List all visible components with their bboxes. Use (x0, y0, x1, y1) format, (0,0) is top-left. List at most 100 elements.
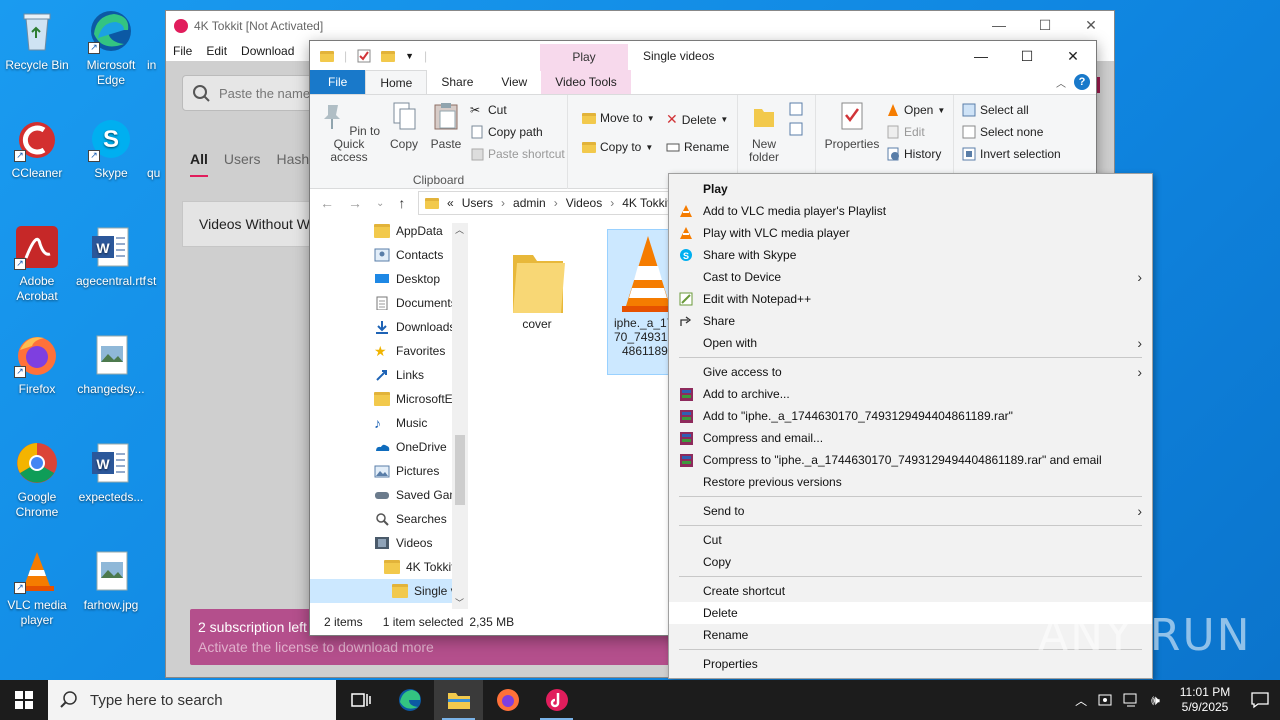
forward-arrow-icon[interactable]: → (348, 195, 362, 211)
recycle-bin-desktop-icon[interactable]: Recycle Bin (1, 8, 73, 73)
menu-file[interactable]: File (173, 44, 192, 58)
nav-item-contacts[interactable]: Contacts (310, 243, 468, 267)
farhow-desktop-icon[interactable]: farhow.jpg (75, 548, 147, 613)
nav-item-links[interactable]: Links (310, 363, 468, 387)
nav-item-pictures[interactable]: Pictures (310, 459, 468, 483)
address-bar[interactable]: « Users › admin › Videos › 4K Tokkit (418, 191, 678, 215)
copy-button[interactable]: Copy (386, 101, 422, 151)
menu-item-open-with[interactable]: Open with › (669, 332, 1152, 354)
task-view-button[interactable] (336, 680, 385, 720)
menu-item-add-to-rar[interactable]: Add to "iphe._a_1744630170_7493129494404… (669, 405, 1152, 427)
nav-item-downloads[interactable]: Downloads (310, 315, 468, 339)
menu-item-compress-email[interactable]: Compress and email... (669, 427, 1152, 449)
menu-edit[interactable]: Edit (206, 44, 227, 58)
menu-item-cut[interactable]: Cut (669, 529, 1152, 551)
minimize-button[interactable]: — (958, 41, 1004, 71)
start-button[interactable] (0, 680, 48, 720)
nav-item-videos[interactable]: Videos (310, 531, 468, 555)
properties-button[interactable]: Properties (824, 101, 880, 151)
paste-shortcut-button[interactable]: Paste shortcut (470, 147, 565, 161)
open-button[interactable]: Open ▼ (886, 103, 945, 117)
file-item-cover[interactable]: cover (500, 239, 574, 331)
tab-all[interactable]: All (190, 151, 208, 177)
tab-view[interactable]: View (487, 70, 541, 94)
taskbar-4k-tokkit[interactable] (532, 680, 581, 720)
select-none-button[interactable]: Select none (962, 125, 1043, 139)
menu-item-send-to[interactable]: Send to › (669, 500, 1152, 522)
clock[interactable]: 11:01 PM 5/9/2025 (1170, 685, 1240, 715)
nav-item-appdata[interactable]: AppData (310, 219, 468, 243)
copy-path-button[interactable]: Copy path (470, 125, 543, 139)
close-button[interactable]: ✕ (1068, 11, 1114, 41)
close-button[interactable]: ✕ (1050, 41, 1096, 71)
chevron-down-icon[interactable]: ▼ (405, 51, 414, 61)
menu-item-edit-notepadpp[interactable]: Edit with Notepad++ (669, 288, 1152, 310)
adobe-acrobat-desktop-icon[interactable]: ↗ Adobe Acrobat (1, 224, 73, 304)
maximize-button[interactable]: ☐ (1022, 11, 1068, 41)
new-folder-icon[interactable] (381, 50, 396, 62)
breadcrumb-videos[interactable]: Videos (566, 196, 602, 210)
nav-item-microsoftedge[interactable]: MicrosoftEdge (310, 387, 468, 411)
menu-download[interactable]: Download (241, 44, 294, 58)
tab-share[interactable]: Share (427, 70, 487, 94)
menu-item-add-vlc-playlist[interactable]: Add to VLC media player's Playlist (669, 200, 1152, 222)
menu-item-copy[interactable]: Copy (669, 551, 1152, 573)
collapse-ribbon-icon[interactable]: ︿ (1056, 75, 1066, 90)
properties-check-icon[interactable] (357, 49, 371, 63)
tab-file[interactable]: File (310, 70, 366, 94)
new-folder-button[interactable]: New folder (744, 101, 784, 164)
network-icon[interactable] (1123, 692, 1141, 708)
back-arrow-icon[interactable]: ← (320, 195, 334, 211)
tab-hashtags[interactable]: Hash (276, 151, 309, 177)
delete-button[interactable]: ✕ Delete ▼ (666, 111, 728, 128)
nav-item-4k-tokkit[interactable]: 4K Tokkit (310, 555, 468, 579)
move-to-button[interactable]: Move to ▼ (582, 111, 655, 125)
google-chrome-desktop-icon[interactable]: Google Chrome (1, 440, 73, 520)
tab-home[interactable]: Home (365, 70, 428, 94)
volume-icon[interactable]: 🕪 (1151, 692, 1160, 709)
menu-item-share-skype[interactable]: S Share with Skype (669, 244, 1152, 266)
maximize-button[interactable]: ☐ (1004, 41, 1050, 71)
nav-item-saved-games[interactable]: Saved Games (310, 483, 468, 507)
firefox-desktop-icon[interactable]: ↗ Firefox (1, 332, 73, 397)
changedsy-desktop-icon[interactable]: changedsy... (75, 332, 147, 397)
nav-item-onedrive[interactable]: OneDrive (310, 435, 468, 459)
menu-item-give-access[interactable]: Give access to › (669, 361, 1152, 383)
new-item-icons[interactable] (788, 101, 810, 141)
nav-item-documents[interactable]: Documents (310, 291, 468, 315)
ccleaner-desktop-icon[interactable]: ↗ CCleaner (1, 116, 73, 181)
taskbar-edge[interactable] (385, 680, 434, 720)
tab-users[interactable]: Users (224, 151, 261, 177)
nav-item-single-videos[interactable]: Single videos (310, 579, 468, 603)
menu-item-create-shortcut[interactable]: Create shortcut (669, 580, 1152, 602)
breadcrumb-4k-tokkit[interactable]: 4K Tokkit (622, 196, 670, 210)
taskbar-search-box[interactable]: Type here to search (48, 680, 336, 720)
nav-scroll-thumb[interactable] (455, 435, 465, 505)
menu-item-play[interactable]: Play (669, 178, 1152, 200)
cut-button[interactable]: ✂ Cut (470, 103, 507, 117)
nav-item-favorites[interactable]: ★ Favorites (310, 339, 468, 363)
menu-item-cast-to-device[interactable]: Cast to Device › (669, 266, 1152, 288)
paste-button[interactable]: Paste (428, 101, 464, 151)
nav-scrollbar[interactable]: ︿ ﹀ (452, 223, 468, 609)
file-item-video-selected[interactable]: iphe._a_17 70_749312 4861189 (607, 229, 671, 375)
help-icon[interactable]: ? (1074, 74, 1090, 90)
copy-to-button[interactable]: Copy to ▼ (582, 140, 653, 154)
edge-desktop-icon[interactable]: ↗ Microsoft Edge (75, 8, 147, 88)
notifications-icon[interactable] (1250, 691, 1270, 709)
expecteds-desktop-icon[interactable]: W expecteds... (75, 440, 147, 505)
menu-item-play-vlc[interactable]: Play with VLC media player (669, 222, 1152, 244)
agecentral-desktop-icon[interactable]: W agecentral.rtf (75, 224, 147, 289)
menu-item-share[interactable]: Share (669, 310, 1152, 332)
taskbar-firefox[interactable] (483, 680, 532, 720)
tray-chevron-up-icon[interactable]: ︿ (1075, 692, 1087, 709)
nav-item-music[interactable]: ♪ Music (310, 411, 468, 435)
menu-item-add-archive[interactable]: Add to archive... (669, 383, 1152, 405)
pin-quick-access-button[interactable]: Pin to Quick access (314, 101, 384, 164)
skype-desktop-icon[interactable]: S ↗ Skype (75, 116, 147, 181)
vlc-desktop-icon[interactable]: ↗ VLC media player (1, 548, 73, 628)
minimize-button[interactable]: — (976, 11, 1022, 41)
nav-item-searches[interactable]: Searches (310, 507, 468, 531)
network-adapter-icon[interactable] (1097, 692, 1113, 708)
menu-item-compress-to-rar-email[interactable]: Compress to "iphe._a_1744630170_74931294… (669, 449, 1152, 471)
